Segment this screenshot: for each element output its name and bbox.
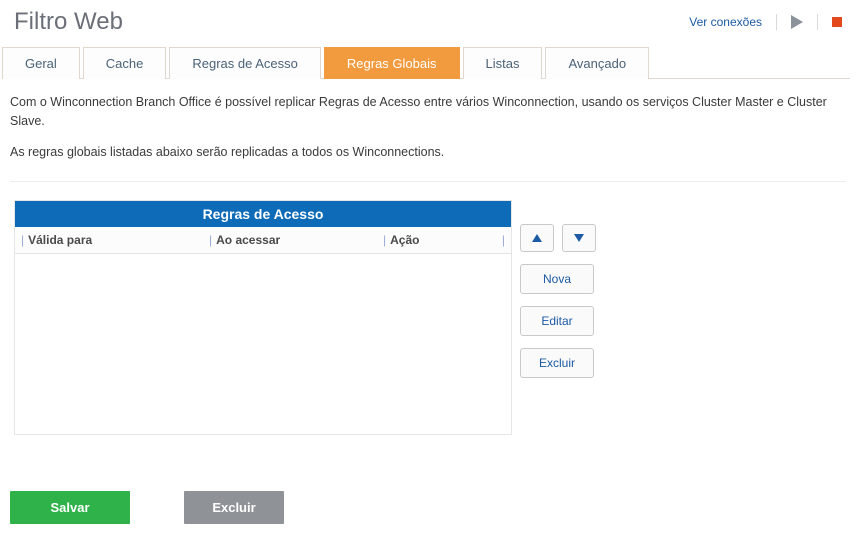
divider (10, 181, 846, 182)
stop-icon[interactable] (832, 17, 842, 27)
table-title: Regras de Acesso (15, 201, 511, 227)
delete-button[interactable]: Excluir (520, 348, 594, 378)
table-header: |Válida para |Ao acessar |Ação | (15, 227, 511, 254)
tab-geral[interactable]: Geral (2, 47, 80, 79)
col-valida-para-label: Válida para (28, 233, 92, 247)
tab-listas[interactable]: Listas (463, 47, 543, 79)
col-ao-acessar-label: Ao acessar (216, 233, 280, 247)
new-button[interactable]: Nova (520, 264, 594, 294)
move-up-button[interactable] (520, 224, 554, 252)
col-ao-acessar[interactable]: |Ao acessar (203, 227, 377, 253)
move-down-button[interactable] (562, 224, 596, 252)
separator (776, 14, 777, 30)
play-icon[interactable] (791, 15, 803, 29)
intro-p2: As regras globais listadas abaixo serão … (10, 143, 846, 162)
delete-page-button[interactable]: Excluir (184, 491, 284, 524)
side-controls: Nova Editar Excluir (520, 200, 596, 378)
intro-p1: Com o Winconnection Branch Office é poss… (10, 93, 846, 131)
tab-regras-acesso[interactable]: Regras de Acesso (169, 47, 321, 79)
page-title: Filtro Web (14, 8, 123, 36)
tab-cache[interactable]: Cache (83, 47, 167, 79)
tab-regras-globais[interactable]: Regras Globais (324, 47, 460, 79)
triangle-up-icon (532, 231, 542, 245)
col-valida-para[interactable]: |Válida para (15, 227, 203, 253)
table-body[interactable] (15, 254, 511, 434)
access-rules-table: Regras de Acesso |Válida para |Ao acessa… (14, 200, 512, 435)
intro-text: Com o Winconnection Branch Office é poss… (0, 79, 856, 179)
tab-bar: Geral Cache Regras de Acesso Regras Glob… (2, 46, 850, 79)
view-connections-link[interactable]: Ver conexões (689, 15, 762, 29)
col-acao-label: Ação (390, 233, 419, 247)
tab-avancado[interactable]: Avançado (545, 47, 649, 79)
save-button[interactable]: Salvar (10, 491, 130, 524)
separator (817, 14, 818, 30)
edit-button[interactable]: Editar (520, 306, 594, 336)
col-end-sep: | (502, 227, 511, 253)
triangle-down-icon (574, 231, 584, 245)
col-acao[interactable]: |Ação (377, 227, 502, 253)
